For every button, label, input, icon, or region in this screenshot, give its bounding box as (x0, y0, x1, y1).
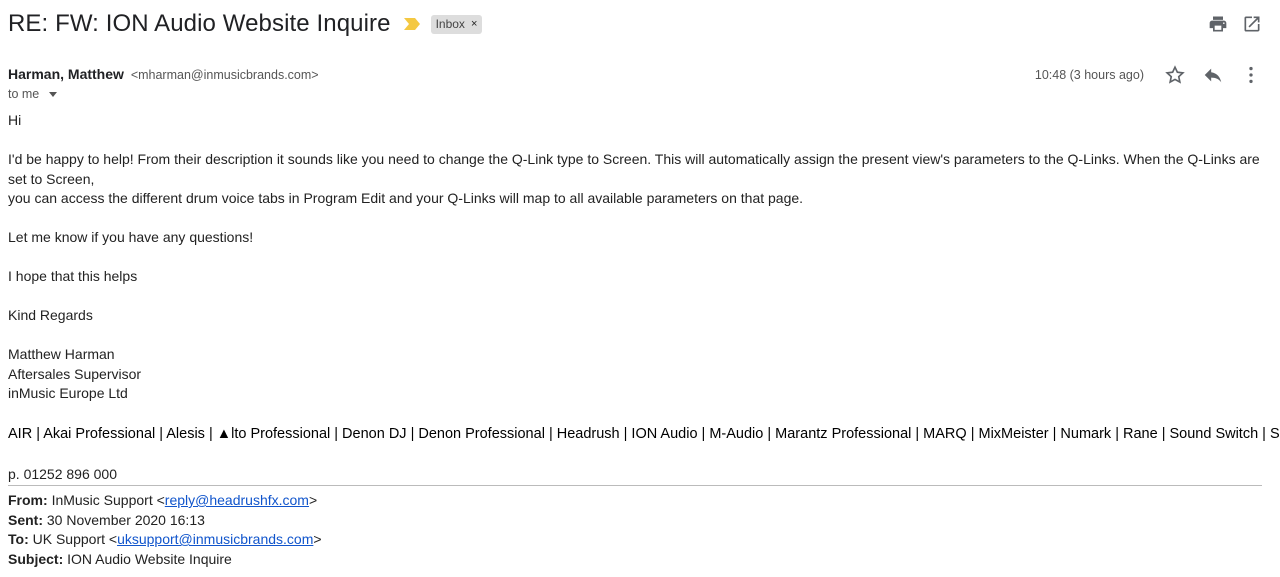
chevron-down-icon[interactable] (49, 91, 58, 97)
forward-divider (8, 485, 1262, 486)
from-email-link[interactable]: reply@headrushfx.com (165, 492, 309, 508)
signature-name: Matthew Harman (8, 346, 115, 362)
recipient-row[interactable]: to me (8, 87, 58, 101)
sender-row: Harman, Matthew <mharman@inmusicbrands.c… (8, 66, 319, 82)
reply-icon[interactable] (1202, 64, 1224, 86)
sent-value: 30 November 2020 16:13 (46, 511, 205, 528)
subject-row: RE: FW: ION Audio Website Inquire Inbox … (8, 8, 483, 40)
message-meta: 10:48 (3 hours ago) (1035, 64, 1262, 86)
brands-line: AIR | Akai Professional | Alesis | ▲lto … (8, 425, 1280, 442)
subject-value: ION Audio Website Inquire (67, 550, 232, 567)
from-name: InMusic Support < (51, 492, 165, 508)
top-toolbar (1208, 14, 1262, 34)
open-in-new-window-icon[interactable] (1242, 14, 1262, 34)
to-name: UK Support < (32, 531, 118, 547)
to-email-link[interactable]: uksupport@inmusicbrands.com (117, 531, 313, 547)
sender-email: <mharman@inmusicbrands.com> (130, 68, 319, 82)
forwarded-sent-row: Sent: 30 November 2020 16:13 (8, 511, 322, 531)
inbox-label-text: Inbox (435, 17, 465, 31)
star-icon[interactable] (1164, 64, 1186, 86)
more-vert-icon[interactable] (1240, 64, 1262, 86)
to-label: To: (8, 531, 29, 547)
body-paragraph-3: I hope that this helps (8, 268, 138, 284)
importance-marker-icon[interactable] (403, 17, 421, 31)
to-close: > (313, 531, 322, 547)
from-close: > (308, 492, 318, 508)
print-icon[interactable] (1208, 14, 1228, 34)
sent-label: Sent: (8, 511, 43, 528)
message-timestamp: 10:48 (3 hours ago) (1034, 68, 1144, 82)
recipient-text: to me (8, 87, 40, 101)
closing: Kind Regards (8, 307, 93, 323)
email-subject: RE: FW: ION Audio Website Inquire (8, 10, 391, 37)
forwarded-from-row: From: InMusic Support <reply@headrushfx.… (8, 491, 322, 511)
subject-label: Subject: (8, 550, 64, 567)
forwarded-header: From: InMusic Support <reply@headrushfx.… (8, 491, 322, 569)
greeting: Hi (8, 112, 22, 128)
signature-title: Aftersales Supervisor (8, 365, 142, 382)
body-paragraph-1-line-1: I'd be happy to help! From their descrip… (8, 151, 1260, 187)
email-body: Hi I'd be happy to help! From their desc… (8, 111, 1280, 485)
sender-name[interactable]: Harman, Matthew (8, 66, 124, 82)
forwarded-to-row: To: UK Support <uksupport@inmusicbrands.… (8, 530, 322, 550)
signature-company: inMusic Europe Ltd (8, 385, 128, 401)
phone-number: p. 01252 896 000 (8, 466, 117, 482)
remove-label-button[interactable]: × (471, 18, 477, 30)
forwarded-subject-row: Subject: ION Audio Website Inquire (8, 550, 322, 570)
body-paragraph-2: Let me know if you have any questions! (8, 229, 254, 245)
body-paragraph-1-line-2: you can access the different drum voice … (8, 190, 804, 206)
from-label: From: (8, 492, 48, 508)
inbox-label-chip: Inbox × (430, 14, 483, 34)
